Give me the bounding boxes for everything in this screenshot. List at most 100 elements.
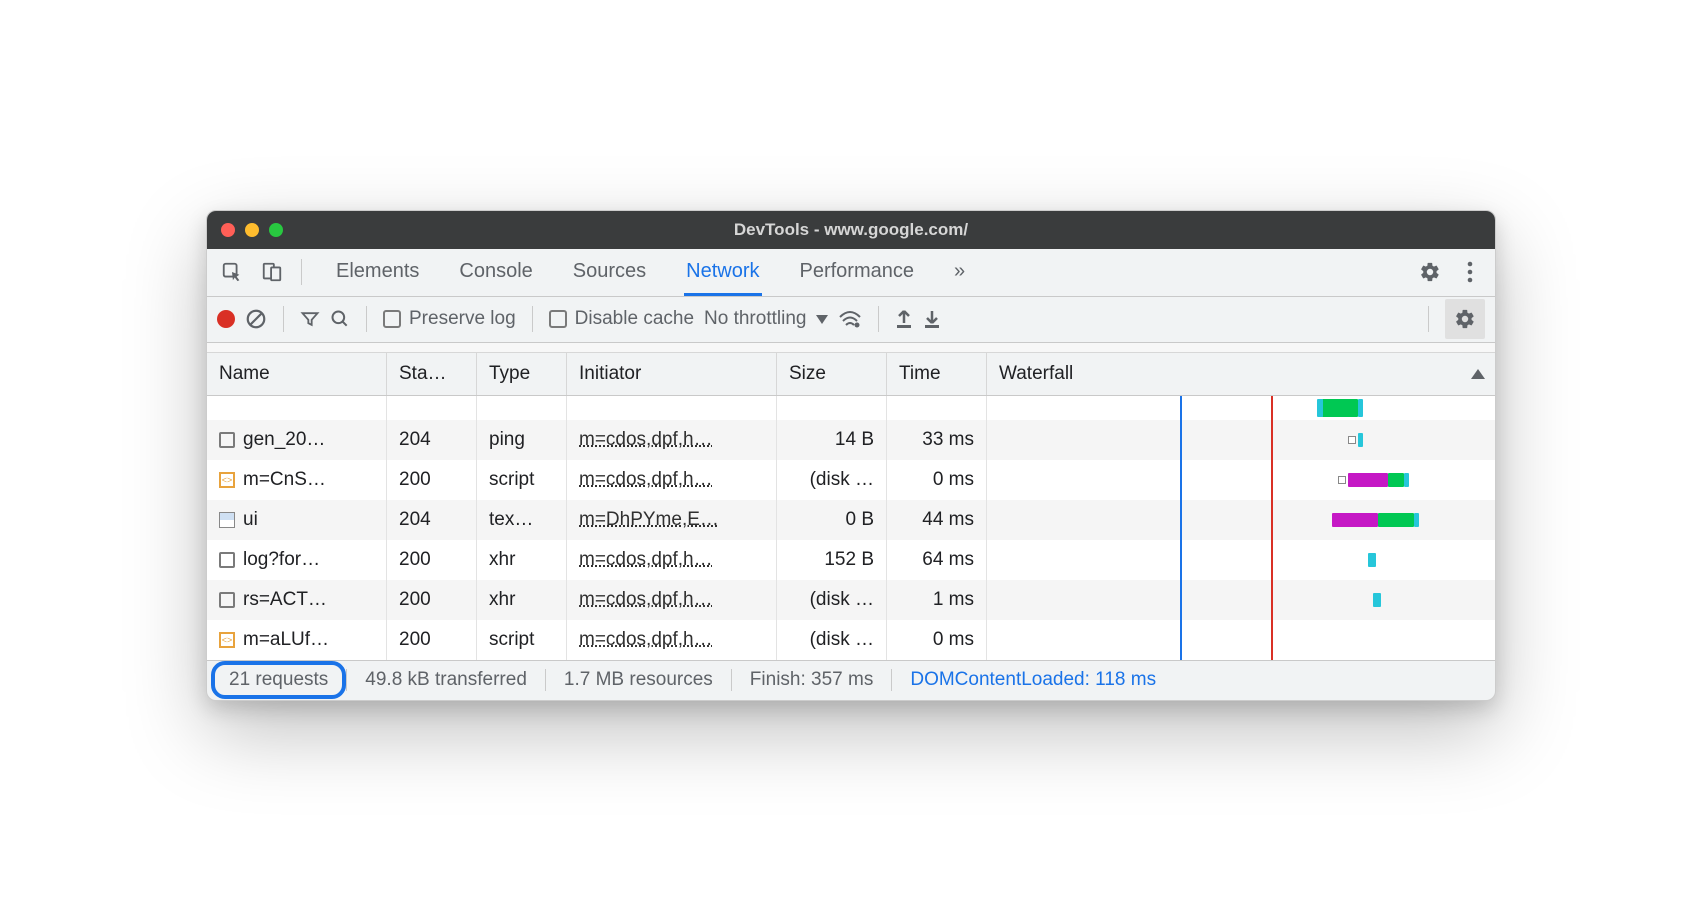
cell-initiator[interactable]: m=cdos,dpf,h… <box>567 460 777 500</box>
inspect-element-icon[interactable] <box>215 255 249 289</box>
filter-strip <box>207 343 1495 353</box>
cell-status: 204 <box>387 420 477 460</box>
cell-status: 200 <box>387 620 477 660</box>
chevron-down-icon <box>816 315 828 324</box>
col-type[interactable]: Type <box>477 353 567 395</box>
record-button[interactable] <box>217 310 235 328</box>
cell-waterfall <box>987 580 1495 620</box>
import-har-icon[interactable] <box>895 309 913 329</box>
cell-status: 200 <box>387 580 477 620</box>
cell-waterfall <box>987 540 1495 580</box>
device-toggle-icon[interactable] <box>255 255 289 289</box>
cell-size: (disk … <box>777 460 887 500</box>
cell-initiator[interactable]: m=cdos,dpf,h… <box>567 420 777 460</box>
status-bar: 21 requests 49.8 kB transferred 1.7 MB r… <box>207 660 1495 700</box>
col-status[interactable]: Sta… <box>387 353 477 395</box>
network-conditions-icon[interactable] <box>838 309 862 329</box>
checkbox-icon <box>383 310 401 328</box>
col-name[interactable]: Name <box>207 353 387 395</box>
export-har-icon[interactable] <box>923 309 941 329</box>
record-icon <box>217 310 235 328</box>
network-settings-button[interactable] <box>1445 299 1485 339</box>
cell-type: xhr <box>477 580 567 620</box>
cell-waterfall <box>987 500 1495 540</box>
image-icon <box>219 512 235 528</box>
separator <box>1428 306 1429 332</box>
cell-size: 152 B <box>777 540 887 580</box>
cell-type: tex… <box>477 500 567 540</box>
script-icon: <> <box>219 632 235 648</box>
document-icon <box>219 432 235 448</box>
table-row[interactable]: rs=ACT…200xhrm=cdos,dpf,h…(disk …1 ms <box>207 580 1495 620</box>
cell-status: 204 <box>387 500 477 540</box>
cell-status: 200 <box>387 460 477 500</box>
cell-waterfall <box>987 460 1495 500</box>
cell-time: 0 ms <box>887 620 987 660</box>
col-initiator[interactable]: Initiator <box>567 353 777 395</box>
col-time[interactable]: Time <box>887 353 987 395</box>
request-table: gen_20…204pingm=cdos,dpf,h…14 B33 ms<>m=… <box>207 396 1495 660</box>
status-domcontentloaded: DOMContentLoaded: 118 ms <box>892 669 1174 691</box>
devtools-window: DevTools - www.google.com/ Elements Cons… <box>206 210 1496 701</box>
cell-type: ping <box>477 420 567 460</box>
separator <box>532 306 533 332</box>
document-icon <box>219 552 235 568</box>
kebab-menu-icon[interactable] <box>1453 255 1487 289</box>
cell-name: gen_20… <box>207 420 387 460</box>
cell-time: 64 ms <box>887 540 987 580</box>
document-icon <box>219 592 235 608</box>
cell-type: xhr <box>477 540 567 580</box>
close-icon[interactable] <box>221 223 235 237</box>
table-row[interactable]: <>m=aLUf…200scriptm=cdos,dpf,h…(disk …0 … <box>207 620 1495 660</box>
separator <box>878 306 879 332</box>
tab-performance[interactable]: Performance <box>798 250 917 295</box>
preserve-log-label: Preserve log <box>409 308 516 330</box>
maximize-icon[interactable] <box>269 223 283 237</box>
preserve-log-checkbox[interactable]: Preserve log <box>383 308 516 330</box>
cell-name: log?for… <box>207 540 387 580</box>
network-toolbar: Preserve log Disable cache No throttling <box>207 297 1495 343</box>
column-headers: Name Sta… Type Initiator Size Time Water… <box>207 353 1495 396</box>
cell-size: 14 B <box>777 420 887 460</box>
status-transferred: 49.8 kB transferred <box>347 669 545 691</box>
tabs-overflow[interactable]: » <box>952 250 967 295</box>
status-resources: 1.7 MB resources <box>546 669 731 691</box>
cell-type: script <box>477 620 567 660</box>
filter-icon[interactable] <box>300 309 320 329</box>
cell-initiator[interactable]: m=cdos,dpf,h… <box>567 620 777 660</box>
tab-sources[interactable]: Sources <box>571 250 648 295</box>
table-row[interactable]: ui204tex…m=DhPYme,E…0 B44 ms <box>207 500 1495 540</box>
search-icon[interactable] <box>330 309 350 329</box>
cell-type: script <box>477 460 567 500</box>
cell-size: (disk … <box>777 620 887 660</box>
tab-network[interactable]: Network <box>684 250 761 296</box>
separator <box>366 306 367 332</box>
main-tabbar: Elements Console Sources Network Perform… <box>207 249 1495 297</box>
cell-time: 33 ms <box>887 420 987 460</box>
titlebar: DevTools - www.google.com/ <box>207 211 1495 249</box>
clear-button[interactable] <box>245 308 267 330</box>
table-row[interactable]: log?for…200xhrm=cdos,dpf,h…152 B64 ms <box>207 540 1495 580</box>
col-size[interactable]: Size <box>777 353 887 395</box>
tab-elements[interactable]: Elements <box>334 250 421 295</box>
cell-name: ui <box>207 500 387 540</box>
table-row[interactable]: gen_20…204pingm=cdos,dpf,h…14 B33 ms <box>207 420 1495 460</box>
cell-initiator[interactable]: m=DhPYme,E… <box>567 500 777 540</box>
cell-initiator[interactable]: m=cdos,dpf,h… <box>567 580 777 620</box>
minimize-icon[interactable] <box>245 223 259 237</box>
disable-cache-checkbox[interactable]: Disable cache <box>549 308 694 330</box>
cell-status: 200 <box>387 540 477 580</box>
cell-waterfall <box>987 620 1495 660</box>
cell-initiator[interactable]: m=cdos,dpf,h… <box>567 540 777 580</box>
cell-size: (disk … <box>777 580 887 620</box>
separator <box>283 306 284 332</box>
tabs: Elements Console Sources Network Perform… <box>314 250 967 295</box>
col-waterfall[interactable]: Waterfall <box>987 353 1495 395</box>
settings-gear-icon[interactable] <box>1413 255 1447 289</box>
table-row[interactable]: <>m=CnS…200scriptm=cdos,dpf,h…(disk …0 m… <box>207 460 1495 500</box>
window-title: DevTools - www.google.com/ <box>207 220 1495 240</box>
cell-time: 0 ms <box>887 460 987 500</box>
throttling-dropdown[interactable]: No throttling <box>704 308 828 330</box>
tab-console[interactable]: Console <box>457 250 534 295</box>
script-icon: <> <box>219 472 235 488</box>
